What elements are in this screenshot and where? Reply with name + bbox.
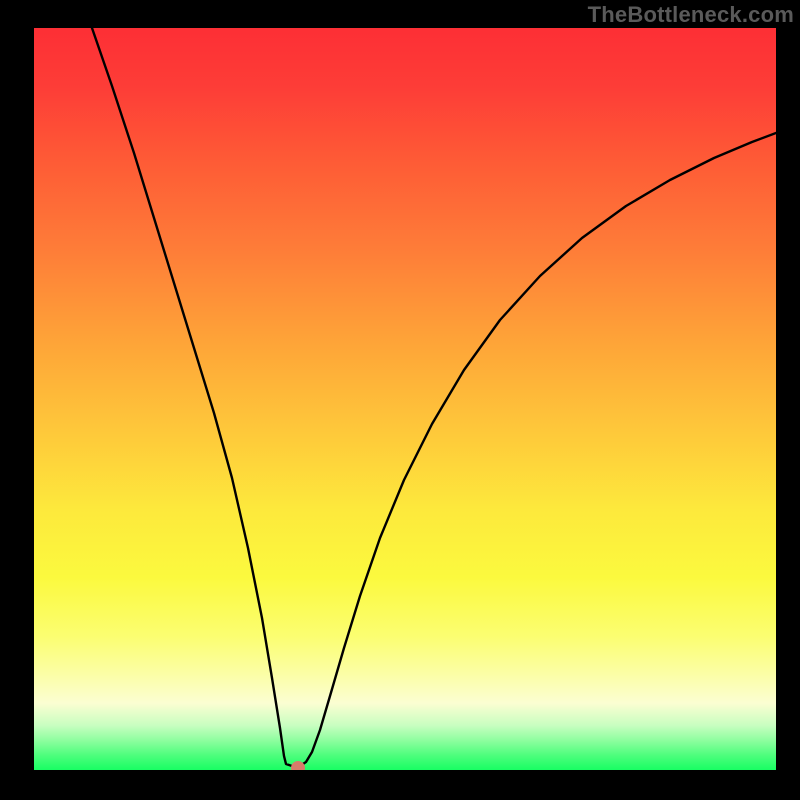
bottleneck-curve (34, 28, 776, 770)
optimum-marker (291, 761, 305, 770)
curve-path (92, 28, 776, 766)
chart-frame: TheBottleneck.com (0, 0, 800, 800)
plot-area (34, 28, 776, 770)
watermark-text: TheBottleneck.com (588, 2, 794, 28)
